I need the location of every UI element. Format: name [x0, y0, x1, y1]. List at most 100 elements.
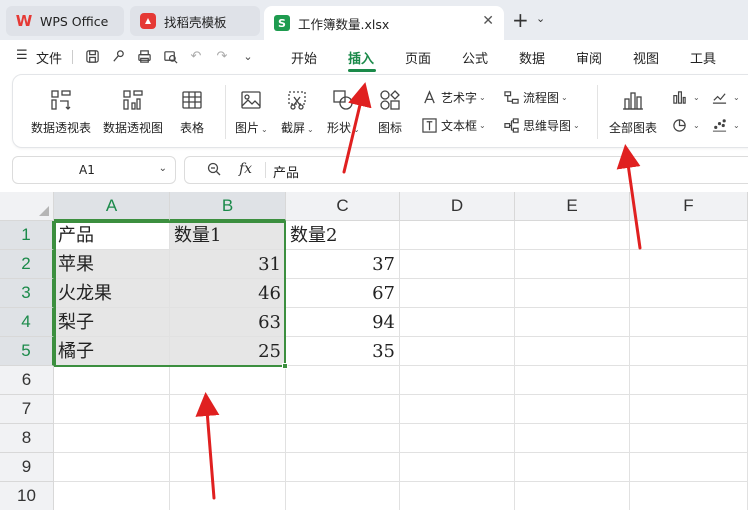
cell-a4[interactable]: 梨子	[54, 308, 170, 337]
cell-d7[interactable]	[400, 395, 515, 424]
cell-a8[interactable]	[54, 424, 170, 453]
cell-d1[interactable]	[400, 221, 515, 250]
cell-e3[interactable]	[515, 279, 630, 308]
row-header-9[interactable]: 9	[0, 453, 54, 482]
cell-f1[interactable]	[630, 221, 748, 250]
cell-b7[interactable]	[170, 395, 286, 424]
cell-a9[interactable]	[54, 453, 170, 482]
column-chart-button[interactable]: ⌄	[671, 89, 700, 105]
cell-c5[interactable]: 35	[286, 337, 400, 366]
cell-c3[interactable]: 67	[286, 279, 400, 308]
line-chart-button[interactable]: ⌄	[711, 89, 740, 105]
cell-d2[interactable]	[400, 250, 515, 279]
cell-e5[interactable]	[515, 337, 630, 366]
cell-c9[interactable]	[286, 453, 400, 482]
cell-f4[interactable]	[630, 308, 748, 337]
table-button[interactable]: 表格	[179, 87, 205, 136]
hamburger-menu-icon[interactable]: ☰	[16, 48, 28, 63]
cell-c1[interactable]: 数量2	[286, 221, 400, 250]
flowchart-button[interactable]: 流程图 ⌄	[503, 89, 568, 106]
textbox-button[interactable]: 文本框 ⌄	[421, 117, 486, 134]
column-header-e[interactable]: E	[515, 192, 630, 221]
share-icon[interactable]	[108, 46, 128, 66]
row-header-3[interactable]: 3	[0, 279, 54, 308]
zoom-search-icon[interactable]	[207, 162, 221, 180]
cell-f2[interactable]	[630, 250, 748, 279]
cell-b4[interactable]: 63	[170, 308, 286, 337]
cell-a2[interactable]: 苹果	[54, 250, 170, 279]
picture-button[interactable]: 图片 ⌄	[235, 87, 268, 136]
row-header-10[interactable]: 10	[0, 482, 54, 510]
cell-b9[interactable]	[170, 453, 286, 482]
close-tab-icon[interactable]: ✕	[482, 13, 494, 29]
cell-e9[interactable]	[515, 453, 630, 482]
cell-f8[interactable]	[630, 424, 748, 453]
cell-c4[interactable]: 94	[286, 308, 400, 337]
row-header-6[interactable]: 6	[0, 366, 54, 395]
mindmap-button[interactable]: 思维导图 ⌄	[503, 117, 580, 134]
row-header-7[interactable]: 7	[0, 395, 54, 424]
row-header-8[interactable]: 8	[0, 424, 54, 453]
cell-a1[interactable]: 产品	[54, 221, 170, 250]
cell-b8[interactable]	[170, 424, 286, 453]
menu-formulas[interactable]: 公式	[462, 48, 488, 67]
cell-b1[interactable]: 数量1	[170, 221, 286, 250]
cell-c6[interactable]	[286, 366, 400, 395]
cell-b10[interactable]	[170, 482, 286, 510]
name-box-chevron-icon[interactable]: ⌄	[159, 163, 167, 174]
quick-access-more-icon[interactable]: ⌄	[238, 46, 258, 66]
pivot-chart-button[interactable]: 数据透视图	[103, 87, 163, 136]
undo-icon[interactable]: ↶	[186, 46, 206, 66]
cell-f5[interactable]	[630, 337, 748, 366]
cell-a10[interactable]	[54, 482, 170, 510]
new-tab-icon[interactable]: +	[512, 10, 529, 30]
cell-b6[interactable]	[170, 366, 286, 395]
scatter-chart-button[interactable]: ⌄	[711, 117, 740, 133]
row-header-2[interactable]: 2	[0, 250, 54, 279]
formula-content[interactable]: 产品	[273, 162, 299, 181]
cell-d9[interactable]	[400, 453, 515, 482]
row-header-4[interactable]: 4	[0, 308, 54, 337]
cell-f10[interactable]	[630, 482, 748, 510]
cell-e8[interactable]	[515, 424, 630, 453]
cell-c10[interactable]	[286, 482, 400, 510]
name-box[interactable]: A1 ⌄	[12, 156, 176, 184]
cell-e4[interactable]	[515, 308, 630, 337]
print-preview-icon[interactable]	[160, 46, 180, 66]
cell-d4[interactable]	[400, 308, 515, 337]
menu-page[interactable]: 页面	[405, 48, 431, 67]
cell-a7[interactable]	[54, 395, 170, 424]
tab-wps-office[interactable]: W WPS Office	[6, 6, 124, 36]
cell-e1[interactable]	[515, 221, 630, 250]
cell-d6[interactable]	[400, 366, 515, 395]
all-charts-button[interactable]: 全部图表	[609, 87, 657, 136]
row-header-1[interactable]: 1	[0, 221, 54, 250]
cell-e2[interactable]	[515, 250, 630, 279]
icon-button[interactable]: 图标	[377, 87, 403, 136]
formula-bar[interactable]: fx 产品	[184, 156, 748, 184]
column-header-a[interactable]: A	[54, 192, 170, 221]
screenshot-button[interactable]: 截屏 ⌄	[281, 87, 314, 136]
pivot-table-button[interactable]: 数据透视表	[31, 87, 91, 136]
menu-home[interactable]: 开始	[291, 48, 317, 67]
select-all-corner[interactable]	[0, 192, 54, 221]
pie-chart-button[interactable]: ⌄	[671, 117, 700, 133]
save-icon[interactable]	[82, 46, 102, 66]
cell-d10[interactable]	[400, 482, 515, 510]
tab-workbook[interactable]: S 工作簿数量.xlsx ✕	[264, 6, 504, 40]
cell-f7[interactable]	[630, 395, 748, 424]
cell-f6[interactable]	[630, 366, 748, 395]
cell-f3[interactable]	[630, 279, 748, 308]
cell-d8[interactable]	[400, 424, 515, 453]
menu-review[interactable]: 审阅	[576, 48, 602, 67]
column-header-d[interactable]: D	[400, 192, 515, 221]
cell-a6[interactable]	[54, 366, 170, 395]
tab-daoke-templates[interactable]: 找稻壳模板	[130, 6, 260, 36]
function-icon[interactable]: fx	[239, 161, 252, 177]
column-header-c[interactable]: C	[286, 192, 400, 221]
tab-list-chevron-icon[interactable]: ⌄	[536, 12, 545, 25]
wordart-button[interactable]: 艺术字 ⌄	[421, 89, 486, 106]
cell-c8[interactable]	[286, 424, 400, 453]
redo-icon[interactable]: ↷	[212, 46, 232, 66]
cell-b3[interactable]: 46	[170, 279, 286, 308]
